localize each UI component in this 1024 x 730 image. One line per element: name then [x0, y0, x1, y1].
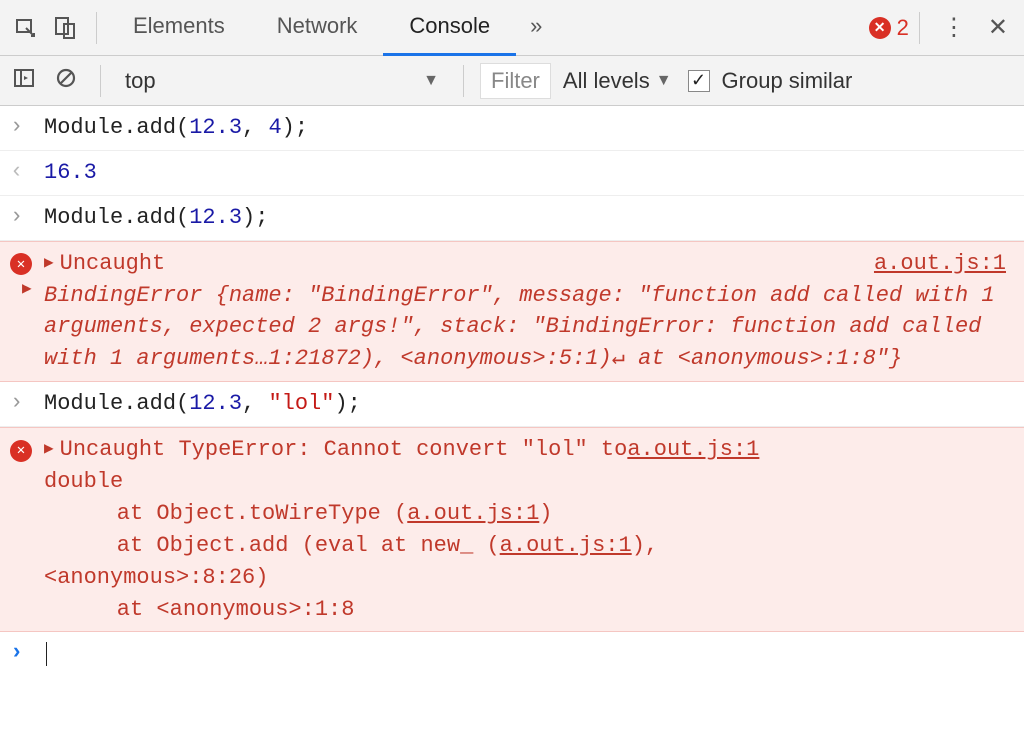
context-label: top: [125, 68, 156, 94]
error-icon: ✕: [10, 253, 32, 275]
panel-tabs: Elements Network Console »: [107, 0, 863, 56]
clear-console-icon[interactable]: [48, 67, 84, 95]
stack-trace-line: <anonymous>:8:26): [44, 562, 1006, 594]
error-line: double: [44, 466, 1006, 498]
separator: [100, 65, 101, 97]
console-expression: Module.add(12.3, 4);: [44, 112, 1014, 144]
console-error-row: ✕ ▶ Uncaught TypeError: Cannot convert "…: [0, 427, 1024, 632]
error-body: ▶ Uncaught TypeError: Cannot convert "lo…: [44, 434, 1014, 625]
error-count: 2: [897, 15, 909, 41]
tabs-overflow[interactable]: »: [516, 0, 556, 56]
console-expression: Module.add(12.3);: [44, 202, 1014, 234]
input-prompt-icon: ›: [10, 640, 23, 665]
device-toggle-icon[interactable]: [46, 8, 86, 48]
tab-elements[interactable]: Elements: [107, 0, 251, 56]
output-prompt-icon: ‹: [10, 159, 23, 184]
expand-triangle-icon[interactable]: ▶: [44, 248, 54, 275]
group-similar-label: Group similar: [722, 68, 853, 94]
source-link[interactable]: a.out.js:1: [500, 533, 632, 558]
source-link[interactable]: a.out.js:1: [627, 434, 759, 466]
console-input-row: › Module.add(12.3, 4);: [0, 106, 1024, 151]
close-devtools-icon[interactable]: ✕: [978, 13, 1018, 42]
separator: [463, 65, 464, 97]
more-menu-icon[interactable]: ⋮: [930, 13, 978, 42]
error-heading: Uncaught TypeError: Cannot convert "lol"…: [60, 434, 628, 466]
group-similar-checkbox[interactable]: ✓: [688, 70, 710, 92]
console-live-prompt[interactable]: ›: [0, 632, 1024, 676]
console-toolbar: top ▼ Filter All levels ▼ ✓ Group simila…: [0, 56, 1024, 106]
log-levels-select[interactable]: All levels ▼: [563, 68, 672, 94]
tab-console[interactable]: Console: [383, 0, 516, 56]
separator: [96, 12, 97, 44]
stack-trace: at Object.toWireType (a.out.js:1) at Obj…: [64, 498, 1006, 562]
error-badge[interactable]: ✕ 2: [869, 15, 909, 41]
input-prompt-icon: ›: [10, 114, 23, 139]
expand-triangle-icon[interactable]: ▶: [22, 278, 32, 301]
inspect-icon[interactable]: [6, 8, 46, 48]
console-result-row: ‹ 16.3: [0, 151, 1024, 196]
chevron-down-icon: ▼: [656, 72, 672, 90]
result-value: 16.3: [44, 160, 97, 185]
error-icon: ✕: [10, 440, 32, 462]
input-prompt-icon: ›: [10, 390, 23, 415]
error-body: ▶ Uncaught a.out.js:1 ▶ BindingError {na…: [44, 248, 1014, 376]
source-link[interactable]: a.out.js:1: [874, 248, 1006, 280]
error-detail: BindingError {name: "BindingError", mess…: [44, 280, 1006, 376]
context-selector[interactable]: top ▼: [117, 68, 447, 94]
console-input-row: › Module.add(12.3);: [0, 196, 1024, 241]
stack-trace-line: at <anonymous>:1:8: [64, 594, 1006, 626]
error-heading: Uncaught: [60, 248, 874, 280]
error-icon: ✕: [869, 17, 891, 39]
source-link[interactable]: a.out.js:1: [407, 501, 539, 526]
console-output: › Module.add(12.3, 4); ‹ 16.3 › Module.a…: [0, 106, 1024, 676]
input-prompt-icon: ›: [10, 204, 23, 229]
console-error-row: ✕ ▶ Uncaught a.out.js:1 ▶ BindingError {…: [0, 241, 1024, 383]
text-caret: [46, 642, 47, 666]
filter-input[interactable]: Filter: [480, 63, 551, 99]
console-expression: Module.add(12.3, "lol");: [44, 388, 1014, 420]
chevron-down-icon: ▼: [423, 72, 439, 90]
devtools-toolbar: Elements Network Console » ✕ 2 ⋮ ✕: [0, 0, 1024, 56]
expand-triangle-icon[interactable]: ▶: [44, 434, 54, 461]
levels-label: All levels: [563, 68, 650, 94]
chevron-double-right-icon: »: [530, 13, 542, 39]
separator: [919, 12, 920, 44]
tab-network[interactable]: Network: [251, 0, 384, 56]
sidebar-toggle-icon[interactable]: [6, 67, 42, 95]
console-input-row: › Module.add(12.3, "lol");: [0, 382, 1024, 427]
